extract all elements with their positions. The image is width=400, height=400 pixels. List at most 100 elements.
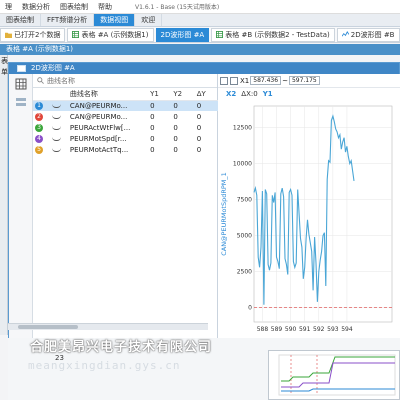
curve-style-cell[interactable] xyxy=(50,122,68,133)
mini-overview-plot[interactable] xyxy=(268,350,400,400)
table-icon xyxy=(72,31,80,38)
chart-icon xyxy=(341,31,349,37)
x-range-sep: ~ xyxy=(282,76,288,85)
curve-number-badge: 3 xyxy=(35,124,43,132)
zoom-tool-icon[interactable] xyxy=(220,76,228,85)
curve-style-cell[interactable] xyxy=(50,133,68,144)
doc-tab-label: 2D波形图 #B xyxy=(350,30,395,39)
waveform-chart[interactable]: 588 589 590 591 592 593 594 0 2500 5000 7500 10000 1… xyxy=(218,100,400,338)
header-y2[interactable]: Y2 xyxy=(171,88,195,101)
doc-tab-2d-waveform-b[interactable]: 2D波形图 #B xyxy=(336,27,400,42)
pan-tool-icon[interactable] xyxy=(230,76,238,85)
curve-y2-cell: 0 xyxy=(171,100,195,111)
curve-y1-cell: 0 xyxy=(150,123,155,132)
delta-x-readout: ΔX:0 xyxy=(241,90,258,98)
curve-row[interactable]: 1 CAN@PEURMo... 0 0 0 xyxy=(33,100,218,111)
curve-search-input[interactable] xyxy=(47,76,167,85)
line-style-icon[interactable] xyxy=(51,103,61,108)
curve-num-cell: 2 xyxy=(33,111,50,122)
header-curve-name[interactable]: 曲线名称 xyxy=(67,88,149,101)
curve-number-badge: 4 xyxy=(35,135,43,143)
curve-name-cell: CAN@PEURMo... xyxy=(67,100,149,111)
curve-y1-cell: 0 xyxy=(150,112,155,121)
curve-y2-cell: 0 xyxy=(173,123,178,132)
menu-item-process[interactable]: 理 xyxy=(0,2,17,12)
doc-tab-table-a[interactable]: 表格 #A (示例数据1) xyxy=(67,27,154,42)
curve-table: 曲线名称 Y1 Y2 ΔY 1 CAN@PEURMo... 0 0 0 2 CAN@PEUR… xyxy=(33,88,218,155)
tab-welcome[interactable]: 欢迎 xyxy=(135,14,163,26)
window-icon xyxy=(17,65,26,72)
header-style xyxy=(49,88,68,101)
x1-label: X1 xyxy=(240,76,250,85)
grid-icon[interactable] xyxy=(15,78,27,90)
menu-bar: 理 数据分析 图表绘制 帮助 V1.6.1 - Base (15天试用版本) xyxy=(0,0,400,14)
document-tab-bar: 已打开2个数据 表格 #A (示例数据1) 2D波形图 #A 表格 #B (示例… xyxy=(0,27,400,43)
curve-dy-cell: 0 xyxy=(194,100,218,111)
doc-tab-table-b[interactable]: 表格 #B (示例数据2 - TestData) xyxy=(211,27,335,42)
menu-item-data-analysis[interactable]: 数据分析 xyxy=(17,2,55,12)
curve-y2-cell: 0 xyxy=(173,112,178,121)
doc-tab-label: 2D波形图 #A xyxy=(160,30,205,39)
curve-name-cell: PEURActWtFlw[... xyxy=(69,123,131,132)
curve-row[interactable]: 2 CAN@PEURMo... 0 0 0 xyxy=(33,111,218,122)
line-style-icon[interactable] xyxy=(51,114,61,119)
main-tab-bar: 图表绘制 FFT频谱分析 数据视图 欢迎 xyxy=(0,14,400,27)
curve-row[interactable]: 3 PEURActWtFlw[... 0 0 0 xyxy=(33,122,218,133)
y-tick-label: 12500 xyxy=(233,125,252,132)
tab-fft-analysis[interactable]: FFT频谱分析 xyxy=(41,14,95,26)
x1-input[interactable]: 587.436 xyxy=(250,76,282,85)
doc-tab-2d-waveform-a[interactable]: 2D波形图 #A xyxy=(155,27,210,42)
line-style-icon[interactable] xyxy=(51,147,61,152)
left-toolbar xyxy=(9,74,33,338)
curve-dy-cell: 0 xyxy=(196,123,202,132)
doc-tab-label: 表格 #A (示例数据1) xyxy=(81,30,149,39)
curve-y1-cell: 0 xyxy=(150,134,155,143)
menu-item-help[interactable]: 帮助 xyxy=(93,2,117,12)
curve-style-cell[interactable] xyxy=(50,144,68,155)
doc-tab-label: 表格 #B (示例数据2 - TestData) xyxy=(225,30,330,39)
curve-y2-cell: 0 xyxy=(173,145,178,154)
plot-area: X1 587.436 ~ 597.175 X2 ΔX:0 Y1 588 589 59… xyxy=(218,74,400,338)
header-num xyxy=(33,88,50,101)
curve-style-cell[interactable] xyxy=(50,111,68,122)
curve-style-cell[interactable] xyxy=(49,100,68,111)
watermark-company: 合肥美昂兴电子技术有限公司 xyxy=(30,340,213,355)
tab-data-view[interactable]: 数据视图 xyxy=(94,14,136,26)
curve-row[interactable]: 4 PEURMotSpd[r... 0 0 0 xyxy=(33,133,218,144)
horizontal-scrollbar[interactable] xyxy=(8,323,208,330)
folder-icon xyxy=(5,32,12,38)
menu-item-chart-drawing[interactable]: 图表绘制 xyxy=(55,2,93,12)
header-dy[interactable]: ΔY xyxy=(194,88,218,101)
tab-chart-drawing[interactable]: 图表绘制 xyxy=(0,14,41,26)
x-tick-label: 594 xyxy=(341,326,353,333)
curve-list-panel: 曲线名称 Y1 Y2 ΔY 1CAN@PEURMo...0002CAN@PEUR… xyxy=(33,74,218,338)
curve-search-bar xyxy=(33,74,217,88)
x-tick-label: 590 xyxy=(285,326,297,333)
curve-row[interactable]: 5 PEURMotActTq... 0 0 0 xyxy=(33,144,218,155)
y1-cursor-button[interactable]: Y1 xyxy=(263,90,273,98)
y-tick-label: 7500 xyxy=(237,197,252,204)
x-tick-label: 591 xyxy=(299,326,311,333)
curve-dy-cell: 0 xyxy=(196,145,202,154)
left-side-panel: 表 单 xyxy=(0,55,8,335)
y-tick-label: 2500 xyxy=(237,269,252,276)
doc-tab-opened-data[interactable]: 已打开2个数据 xyxy=(0,27,66,42)
layers-icon[interactable] xyxy=(15,96,27,108)
app-window: 理 数据分析 图表绘制 帮助 V1.6.1 - Base (15天试用版本) 图… xyxy=(0,0,400,400)
x-tick-label: 593 xyxy=(327,326,339,333)
line-style-icon[interactable] xyxy=(51,136,61,141)
waveform-window-title[interactable]: 2D波形图 #A xyxy=(9,63,399,74)
x2-input[interactable]: 597.175 xyxy=(288,76,320,85)
curve-name-cell: PEURMotActTq... xyxy=(69,145,129,154)
panel-title-bar: 表格 #A (示例数据1) xyxy=(0,44,400,55)
x2-cursor-button[interactable]: X2 xyxy=(226,90,236,98)
header-y1[interactable]: Y1 xyxy=(148,88,172,101)
line-style-icon[interactable] xyxy=(51,125,61,130)
curve-number-badge: 5 xyxy=(35,146,43,154)
curve-num-cell: 5 xyxy=(33,144,50,155)
curve-table-body: 1 CAN@PEURMo... 0 0 0 2 CAN@PEURMo... 0 0 0 3 PEURA… xyxy=(33,100,218,155)
curve-name-cell: CAN@PEURMo... xyxy=(69,112,128,121)
curve-dy-cell: 0 xyxy=(196,112,202,121)
scrollbar-thumb[interactable] xyxy=(18,325,78,329)
doc-tab-label: 已打开2个数据 xyxy=(14,30,61,39)
